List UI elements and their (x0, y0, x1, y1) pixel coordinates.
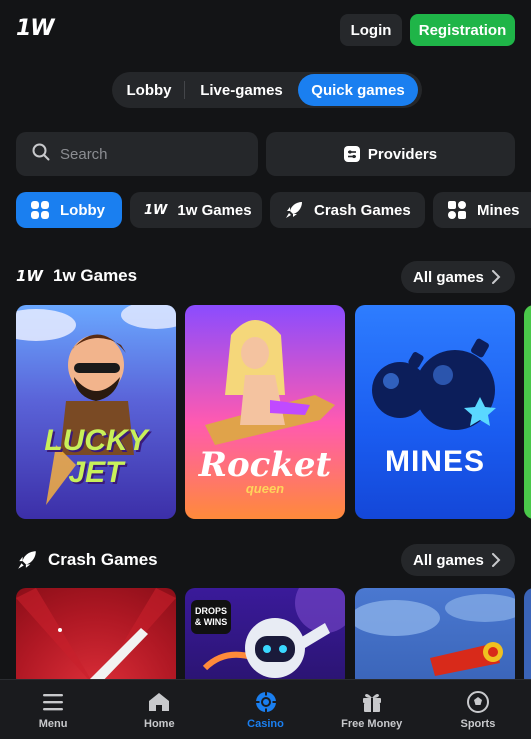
nav-sports[interactable]: Sports (425, 680, 531, 739)
nav-casino-label: Casino (247, 717, 284, 730)
drops-wins-badge: DROPS & WINS (191, 600, 231, 634)
drops-wins-line1: DROPS (194, 606, 227, 616)
registration-button[interactable]: Registration (410, 14, 515, 46)
chip-mines-label: Mines (477, 201, 520, 219)
chip-lobby-label: Lobby (60, 201, 105, 219)
nav-free-money[interactable]: Free Money (319, 680, 425, 739)
nav-menu[interactable]: Menu (0, 680, 106, 739)
nav-home[interactable]: Home (106, 680, 212, 739)
game-card-spaceman[interactable]: DROPS & WINS (185, 588, 345, 688)
top-header: 1W Login Registration (0, 0, 531, 60)
mines-bombs-art (372, 338, 496, 430)
tab-quick-games[interactable]: Quick games (298, 74, 418, 106)
chevron-right-icon (491, 553, 501, 571)
game-card-jetx[interactable] (355, 588, 515, 688)
game-card-lucky-jet[interactable]: LUCKY JET (16, 305, 176, 519)
chip-mines[interactable]: Mines (433, 192, 531, 228)
game-card-aviator[interactable] (16, 588, 176, 688)
all-games-crash-button[interactable]: All games (401, 544, 515, 576)
rocket-icon (16, 549, 38, 571)
bottom-navigation: Menu Home Casino Free Money Sports (0, 679, 531, 739)
aviator-art (16, 588, 176, 688)
hamburger-icon (42, 690, 64, 714)
soccer-ball-icon (466, 690, 489, 714)
mines-grid-icon (447, 200, 467, 220)
category-chips: Lobby 1W 1w Games Crash Games Mines (16, 192, 531, 228)
tab-live-games[interactable]: Live-games (185, 74, 298, 106)
game-card-rocket-queen[interactable]: Rocket queen (185, 305, 345, 519)
section-1w-games-label: 1w Games (52, 266, 138, 285)
providers-button[interactable]: Providers (266, 132, 515, 176)
section-crash-games-title: Crash Games (16, 549, 158, 571)
1w-logo-icon: 1W (144, 202, 168, 218)
all-games-label: All games (413, 268, 484, 286)
rocket-icon (284, 200, 304, 220)
game-card-partial[interactable] (524, 305, 531, 519)
chip-1w-games[interactable]: 1W 1w Games (130, 192, 262, 228)
rocket-queen-subtitle: queen (245, 481, 285, 496)
chip-crash-games[interactable]: Crash Games (270, 192, 425, 228)
gift-icon (361, 690, 383, 714)
tab-lobby[interactable]: Lobby (114, 74, 184, 106)
login-button[interactable]: Login (340, 14, 402, 46)
grid-icon (30, 200, 50, 220)
drops-wins-line2: & WINS (194, 617, 228, 627)
mines-title: MINES (384, 445, 485, 478)
nav-home-label: Home (144, 717, 175, 730)
section-crash-games-label: Crash Games (48, 550, 158, 569)
nav-sports-label: Sports (460, 717, 496, 730)
providers-icon (343, 146, 360, 162)
search-input[interactable] (60, 145, 240, 163)
chip-1w-games-label: 1w Games (177, 201, 252, 219)
chevron-right-icon (491, 270, 501, 288)
rocket-queen-title: Rocket (198, 445, 332, 485)
search-box[interactable] (16, 132, 258, 176)
brand-logo[interactable]: 1W (16, 16, 55, 41)
game-card-partial[interactable] (524, 588, 531, 688)
all-games-label: All games (413, 551, 484, 569)
lucky-jet-title: LUCKY JET (44, 424, 148, 489)
nav-casino[interactable]: Casino (212, 680, 318, 739)
1w-logo-icon: 1W (16, 267, 43, 285)
all-games-1w-button[interactable]: All games (401, 261, 515, 293)
nav-menu-label: Menu (38, 717, 68, 730)
providers-label: Providers (367, 145, 438, 163)
nav-free-money-label: Free Money (341, 717, 403, 730)
game-type-switcher: Lobby Live-games Quick games (112, 72, 422, 108)
chip-lobby[interactable]: Lobby (16, 192, 122, 228)
search-icon (32, 143, 50, 166)
home-icon (148, 690, 170, 714)
casino-chip-icon (255, 690, 277, 714)
jetx-art (355, 594, 515, 676)
game-card-mines[interactable]: MINES (355, 305, 515, 519)
section-1w-games-title: 1W 1w Games (16, 266, 137, 286)
chip-crash-games-label: Crash Games (314, 201, 411, 219)
